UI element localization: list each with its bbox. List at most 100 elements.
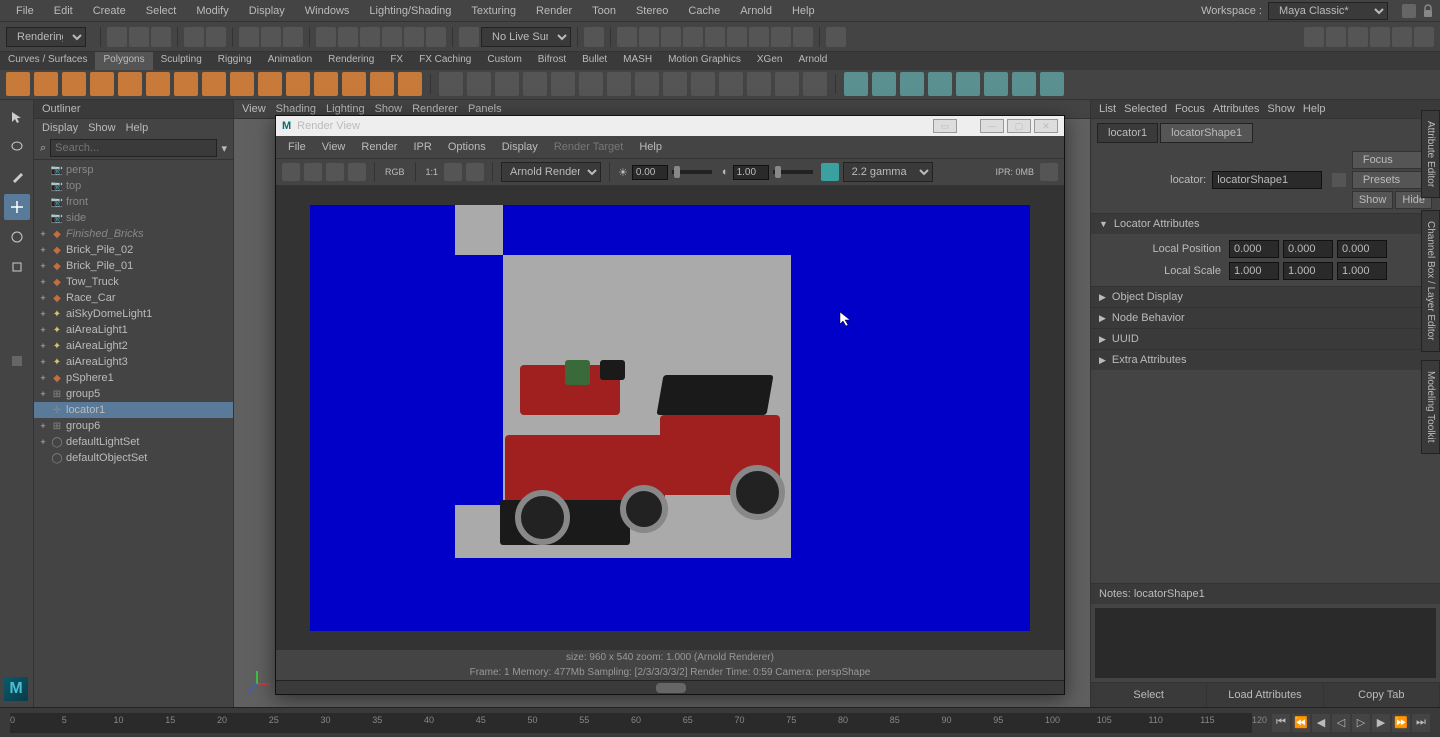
shelf-tab-bullet[interactable]: Bullet [574, 52, 615, 70]
gamma-input[interactable] [733, 165, 769, 180]
outliner-item-aiarealight2[interactable]: +✦aiAreaLight2 [34, 338, 233, 354]
expand-icon[interactable]: + [38, 437, 48, 447]
goto-end-icon[interactable]: ⏭ [1412, 714, 1430, 732]
menu-toon[interactable]: Toon [582, 2, 626, 20]
shelf-tab-rigging[interactable]: Rigging [210, 52, 260, 70]
viewport-menu-renderer[interactable]: Renderer [412, 103, 458, 115]
render-sequence-icon[interactable] [661, 27, 681, 47]
search-dropdown-icon[interactable]: ▾ [221, 142, 227, 155]
move-tool[interactable] [4, 194, 30, 220]
select-tool[interactable] [4, 104, 30, 130]
separate-icon[interactable] [467, 72, 491, 96]
poly-pyramid-icon[interactable] [230, 72, 254, 96]
render-menu-options[interactable]: Options [444, 139, 490, 155]
expand-icon[interactable]: + [38, 277, 48, 287]
ipr-icon[interactable] [348, 163, 366, 181]
layout-two-icon[interactable] [4, 438, 30, 464]
next-icon[interactable] [826, 27, 846, 47]
layout-four-icon[interactable] [4, 408, 30, 434]
shelf-tab-animation[interactable]: Animation [260, 52, 320, 70]
poly-svg-icon[interactable] [398, 72, 422, 96]
expand-icon[interactable]: + [38, 357, 48, 367]
layout-single-icon[interactable] [4, 378, 30, 404]
step-back-icon[interactable]: ◀ [1312, 714, 1330, 732]
paint-select-icon[interactable] [283, 27, 303, 47]
poly-type-icon[interactable] [370, 72, 394, 96]
select-icon[interactable] [239, 27, 259, 47]
shelf-tab-mash[interactable]: MASH [615, 52, 660, 70]
outliner-item-top[interactable]: 📷top [34, 178, 233, 194]
gamma-slider[interactable] [773, 170, 813, 174]
live-surface-dropdown[interactable]: No Live Surface [481, 27, 571, 47]
shelf-tab-curvessurfaces[interactable]: Curves / Surfaces [0, 52, 95, 70]
menu-edit[interactable]: Edit [44, 2, 83, 20]
boolean-icon[interactable] [495, 72, 519, 96]
renderer-dropdown[interactable]: Arnold Renderer [501, 162, 601, 182]
shelf-tab-sculpting[interactable]: Sculpting [153, 52, 210, 70]
expand-icon[interactable]: + [38, 389, 48, 399]
outliner-item-group5[interactable]: +⊞group5 [34, 386, 233, 402]
menu-modify[interactable]: Modify [186, 2, 238, 20]
attr-menu-selected[interactable]: Selected [1124, 103, 1167, 115]
menu-stereo[interactable]: Stereo [626, 2, 678, 20]
render-menu-render[interactable]: Render [357, 139, 401, 155]
outliner-item-persp[interactable]: 📷persp [34, 162, 233, 178]
attr-btn-show[interactable]: Show [1352, 191, 1394, 209]
append-poly-icon[interactable] [928, 72, 952, 96]
attr-menu-show[interactable]: Show [1267, 103, 1295, 115]
attr-section-nodebehavior[interactable]: ▶Node Behavior [1091, 308, 1440, 328]
step-fwd-icon[interactable]: ▶ [1372, 714, 1390, 732]
outliner-item-defaultlightset[interactable]: +◯defaultLightSet [34, 434, 233, 450]
attr-action-select[interactable]: Select [1091, 683, 1207, 707]
shelf-tab-xgen[interactable]: XGen [749, 52, 791, 70]
render-current-icon[interactable] [282, 163, 300, 181]
sidetab-modeling-toolkit[interactable]: Modeling Toolkit [1421, 360, 1440, 454]
snap-grid-icon[interactable] [316, 27, 336, 47]
attr-section-uuid[interactable]: ▶UUID [1091, 329, 1440, 349]
close-icon[interactable]: ✕ [1034, 119, 1058, 133]
outliner-item-finishedbricks[interactable]: +◆Finished_Bricks [34, 226, 233, 242]
render-scrollbar[interactable] [276, 680, 1064, 694]
construction-history-icon[interactable] [584, 27, 604, 47]
expand-icon[interactable]: + [38, 325, 48, 335]
outliner-item-towtruck[interactable]: +◆Tow_Truck [34, 274, 233, 290]
rotate-tool[interactable] [4, 224, 30, 250]
attr-menu-attributes[interactable]: Attributes [1213, 103, 1259, 115]
gamma-preset-dropdown[interactable]: 2.2 gamma [843, 162, 933, 182]
attr-num-input[interactable] [1229, 262, 1279, 280]
attr-focus-icon[interactable] [1332, 173, 1346, 187]
step-fwd-key-icon[interactable]: ⏩ [1392, 714, 1410, 732]
bridge-icon[interactable] [579, 72, 603, 96]
sidetab-channel-box[interactable]: Channel Box / Layer Editor [1421, 210, 1440, 352]
outliner-item-aiarealight1[interactable]: +✦aiAreaLight1 [34, 322, 233, 338]
redo-icon[interactable] [206, 27, 226, 47]
attr-menu-list[interactable]: List [1099, 103, 1116, 115]
last-tool[interactable] [4, 348, 30, 374]
quad-draw-icon[interactable] [844, 72, 868, 96]
smooth-icon[interactable] [663, 72, 687, 96]
exposure-input[interactable] [632, 165, 668, 180]
color-mgmt-icon[interactable] [821, 163, 839, 181]
poly-plane-icon[interactable] [146, 72, 170, 96]
viewport-menu-shading[interactable]: Shading [276, 103, 316, 115]
workspace-dropdown[interactable]: Maya Classic* [1268, 2, 1388, 20]
poly-helix-icon[interactable] [314, 72, 338, 96]
panel-layout-6-icon[interactable] [1414, 27, 1434, 47]
attr-menu-help[interactable]: Help [1303, 103, 1326, 115]
shelf-tab-fx[interactable]: FX [382, 52, 411, 70]
outliner-menu-show[interactable]: Show [88, 122, 116, 134]
menu-create[interactable]: Create [83, 2, 136, 20]
menu-texturing[interactable]: Texturing [461, 2, 526, 20]
play-back-icon[interactable]: ◁ [1332, 714, 1350, 732]
poly-cone-icon[interactable] [90, 72, 114, 96]
poke-icon[interactable] [1040, 72, 1064, 96]
render-frame-icon[interactable] [617, 27, 637, 47]
collapse-icon[interactable] [775, 72, 799, 96]
outliner-item-front[interactable]: 📷front [34, 194, 233, 210]
slide-edge-icon[interactable] [1012, 72, 1036, 96]
menu-windows[interactable]: Windows [295, 2, 360, 20]
viewport-menu-panels[interactable]: Panels [468, 103, 502, 115]
maximize-icon[interactable]: ▢ [1007, 119, 1031, 133]
play-icon[interactable] [771, 27, 791, 47]
render-view-icon[interactable] [683, 27, 703, 47]
